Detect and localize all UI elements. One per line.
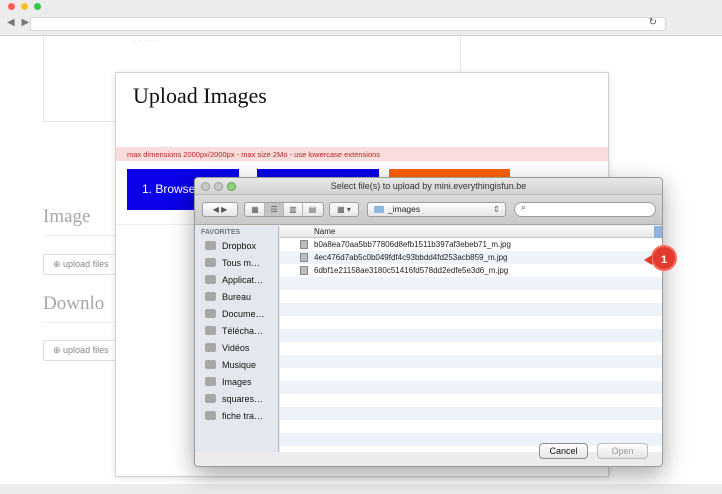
favorites-header: FAVORITES	[201, 229, 241, 236]
browser-navbar: ◀ ▶ ↻	[0, 14, 722, 36]
image-heading: Image	[43, 206, 91, 227]
divider	[43, 235, 115, 236]
empty-row	[280, 407, 662, 420]
image-file-icon	[300, 240, 308, 249]
file-name: 6dbf1e21158ae3180c51416fd578dd2edfe5e3d6…	[314, 266, 509, 275]
sidebar-item-fiche-travail[interactable]: fiche tra…	[205, 411, 277, 427]
sidebar-item-label: Dropbox	[222, 241, 257, 251]
image-file-icon	[300, 253, 308, 262]
sidebar-item-label: Images	[222, 377, 252, 387]
folder-icon	[205, 241, 216, 250]
music-icon	[205, 360, 216, 369]
file-row[interactable]: 6dbf1e21158ae3180c51416fd578dd2edfe5e3d6…	[280, 264, 662, 277]
search-input[interactable]: ⌕	[514, 202, 656, 217]
cancel-button[interactable]: Cancel	[539, 443, 588, 459]
column-header-label: Name	[314, 227, 336, 236]
upload-constraints-note: max dimensions 2000px/2000px - max size …	[116, 147, 608, 161]
file-name: 4ec476d7ab5c0b049fdf4c93bbdd4fd253acb859…	[314, 253, 508, 262]
sort-indicator	[654, 226, 662, 238]
reload-icon[interactable]: ↻	[649, 17, 657, 28]
sidebar-item-label: Tous m…	[222, 258, 261, 268]
empty-row	[280, 342, 662, 355]
favorites-sidebar: FAVORITES Dropbox Tous m… Applicat… Bure…	[195, 226, 279, 452]
search-icon: ⌕	[521, 202, 527, 212]
close-window-button[interactable]	[8, 3, 15, 10]
sidebar-item-label: Applicat…	[222, 275, 264, 285]
empty-row	[280, 420, 662, 433]
folder-icon	[205, 411, 216, 420]
empty-row	[280, 355, 662, 368]
empty-row	[280, 368, 662, 381]
image-file-icon	[300, 266, 308, 275]
applications-icon	[205, 275, 216, 284]
step-callout-badge: 1	[644, 245, 677, 271]
empty-row	[280, 303, 662, 316]
view-mode-switcher[interactable]: ▦ ☰ ▥ ▤	[244, 202, 324, 217]
sidebar-item-tous-mes-fichiers[interactable]: Tous m…	[205, 258, 277, 274]
sidebar-item-videos[interactable]: Vidéos	[205, 343, 277, 359]
file-list: Name b0a8ea70aa5bb77806d8efb1511b397af3e…	[280, 226, 662, 452]
arrange-menu-button[interactable]: ▦ ▾	[329, 202, 359, 217]
sidebar-item-label: Docume…	[222, 309, 265, 319]
sidebar-item-label: Bureau	[222, 292, 252, 302]
sidebar-item-squares[interactable]: squares…	[205, 394, 277, 410]
documents-icon	[205, 309, 216, 318]
minimize-window-button[interactable]	[21, 3, 28, 10]
current-folder-label: _images	[388, 204, 421, 214]
empty-row	[280, 329, 662, 342]
sidebar-item-telechargements[interactable]: Télécha…	[205, 326, 277, 342]
folder-icon	[205, 394, 216, 403]
sidebar-item-applications[interactable]: Applicat…	[205, 275, 277, 291]
sidebar-item-dropbox[interactable]: Dropbox	[205, 241, 277, 257]
path-popup[interactable]: _images ⇕	[367, 202, 506, 217]
column-view-icon[interactable]: ▥	[284, 203, 303, 216]
file-row[interactable]: b0a8ea70aa5bb77806d8efb1511b397af3ebeb71…	[280, 238, 662, 251]
chevron-updown-icon: ⇕	[492, 204, 500, 214]
dialog-titlebar: Select file(s) to upload by mini.everyth…	[195, 178, 662, 195]
sidebar-item-images[interactable]: Images	[205, 377, 277, 393]
upload-files-button[interactable]: ⊕ upload files	[43, 254, 117, 275]
coverflow-view-icon[interactable]: ▤	[303, 203, 322, 216]
empty-row	[280, 381, 662, 394]
sidebar-item-musique[interactable]: Musique	[205, 360, 277, 376]
sidebar-item-label: fiche tra…	[222, 411, 264, 421]
browser-bottom-bar	[0, 484, 722, 494]
pictures-icon	[205, 377, 216, 386]
divider	[43, 322, 115, 323]
file-open-dialog: Select file(s) to upload by mini.everyth…	[194, 177, 663, 467]
folder-icon	[374, 206, 384, 214]
sidebar-item-label: Télécha…	[222, 326, 264, 336]
sidebar-item-bureau[interactable]: Bureau	[205, 292, 277, 308]
open-button[interactable]: Open	[597, 443, 648, 459]
icon-view-icon[interactable]: ▦	[246, 203, 265, 216]
empty-row	[280, 316, 662, 329]
sidebar-item-documents[interactable]: Docume…	[205, 309, 277, 325]
sidebar-item-label: Vidéos	[222, 343, 250, 353]
upload-modal-title: Upload Images	[133, 83, 267, 108]
document-icon	[205, 258, 216, 267]
dialog-title: Select file(s) to upload by mini.everyth…	[330, 181, 527, 191]
downloads-icon	[205, 326, 216, 335]
browser-titlebar	[0, 0, 722, 14]
desktop-icon	[205, 292, 216, 301]
movies-icon	[205, 343, 216, 352]
background-text-fragment: · · · · ·	[134, 36, 157, 45]
file-name: b0a8ea70aa5bb77806d8efb1511b397af3ebeb71…	[314, 240, 511, 249]
file-row[interactable]: 4ec476d7ab5c0b049fdf4c93bbdd4fd253acb859…	[280, 251, 662, 264]
list-view-icon[interactable]: ☰	[265, 203, 284, 216]
sidebar-item-label: Musique	[222, 360, 257, 370]
back-forward-buttons[interactable]: ◀ ▶	[202, 202, 238, 217]
address-bar[interactable]: ↻	[30, 17, 666, 31]
name-column-header[interactable]: Name	[280, 226, 662, 238]
empty-row	[280, 277, 662, 290]
back-forward-icon[interactable]: ◀ ▶	[7, 17, 31, 28]
upload-files-button[interactable]: ⊕ upload files	[43, 340, 117, 361]
zoom-window-button[interactable]	[34, 3, 41, 10]
empty-row	[280, 394, 662, 407]
sidebar-item-label: squares…	[222, 394, 264, 404]
download-heading: Downlo	[43, 293, 105, 314]
empty-row	[280, 290, 662, 303]
dialog-toolbar: ◀ ▶ ▦ ☰ ▥ ▤ ▦ ▾ _images ⇕ ⌕	[195, 195, 662, 225]
